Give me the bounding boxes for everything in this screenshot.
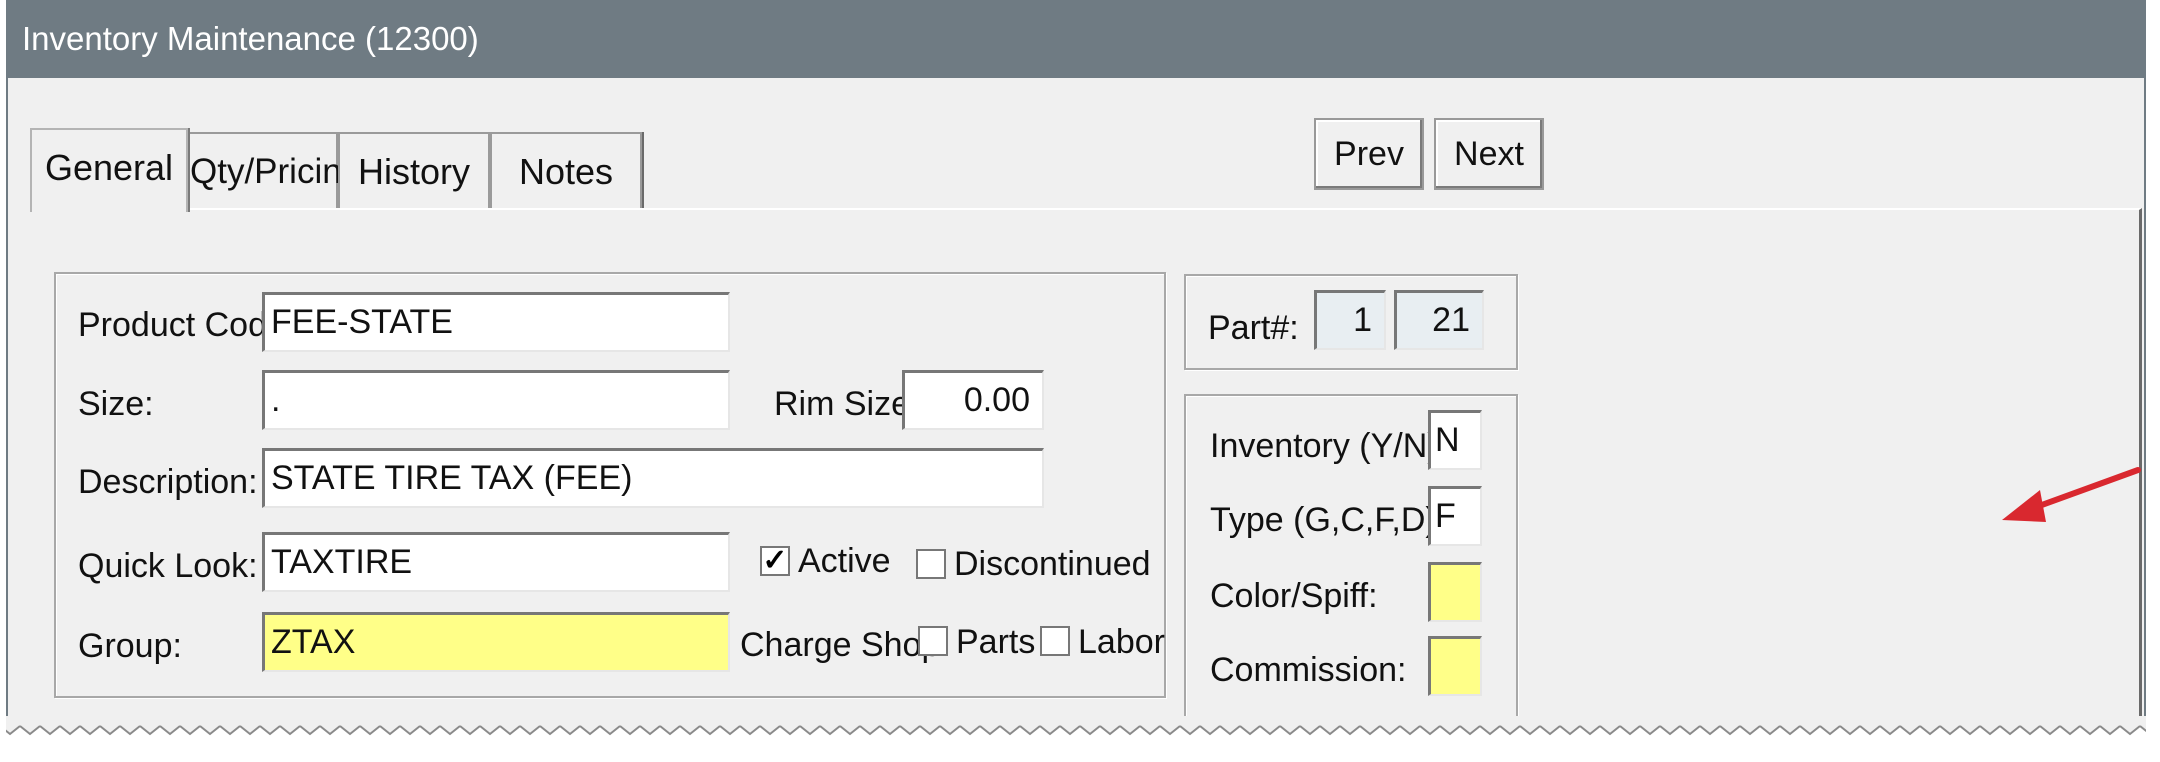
quick-look-input[interactable] [262,532,730,592]
annotation-arrow-icon [2002,467,2141,522]
tab-qty-pricing[interactable]: Qty/Pricing [188,132,361,208]
tab-notes[interactable]: Notes [490,132,642,208]
prev-button[interactable]: Prev [1314,118,1424,190]
part-number-field-1[interactable] [1314,290,1386,350]
torn-edge [6,716,2146,762]
product-code-input[interactable] [262,292,730,352]
charge-parts-label: Parts [956,623,1036,661]
discontinued-checkbox[interactable] [916,549,946,579]
rim-size-input[interactable] [902,370,1044,430]
tab-general[interactable]: General [30,128,188,212]
inventory-yn-input[interactable] [1428,410,1482,470]
size-label: Size: [78,385,154,423]
description-input[interactable] [262,448,1044,508]
part-number-label: Part#: [1208,309,1299,347]
active-checkbox[interactable]: ✓ [760,546,790,576]
next-button[interactable]: Next [1434,118,1544,190]
discontinued-label: Discontinued [954,545,1151,583]
description-label: Description: [78,463,258,501]
type-input[interactable] [1428,486,1482,546]
size-input[interactable] [262,370,730,430]
group-label: Group: [78,627,182,665]
active-label: Active [798,542,891,580]
type-label: Type (G,C,F,D): [1210,501,1447,539]
part-number-field-2[interactable] [1394,290,1484,350]
commission-input[interactable] [1428,636,1482,696]
color-spiff-input[interactable] [1428,562,1482,622]
quick-look-label: Quick Look: [78,547,258,585]
charge-labor-label: Labor [1078,623,1165,661]
charge-parts-checkbox[interactable] [918,626,948,656]
group-input[interactable] [262,612,730,672]
color-spiff-label: Color/Spiff: [1210,577,1378,615]
inventory-yn-label: Inventory (Y/N): [1210,427,1449,465]
tab-history[interactable]: History [338,132,490,208]
inventory-maintenance-window: Inventory Maintenance (12300) General Qt… [6,0,2146,726]
charge-labor-checkbox[interactable] [1040,626,1070,656]
window-title: Inventory Maintenance (12300) [8,0,2144,78]
commission-label: Commission: [1210,651,1407,689]
rim-size-label: Rim Size: [774,385,920,423]
